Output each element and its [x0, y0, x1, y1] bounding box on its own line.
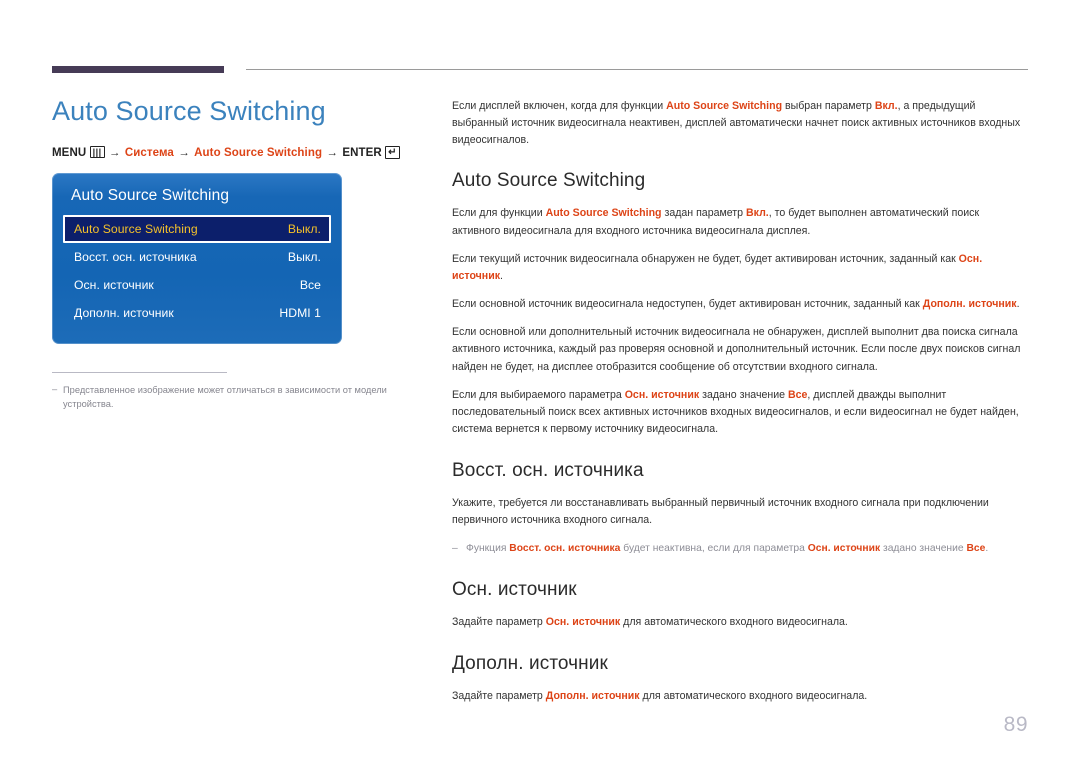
s1p5-highlight-2: Все — [787, 388, 808, 401]
intro-text-a: Если дисплей включен, когда для функции — [452, 100, 667, 112]
section3-paragraph-1: Задайте параметр Осн. источник для автом… — [452, 614, 1030, 631]
osd-row-restore-primary-source[interactable]: Восст. осн. источника Выкл. — [63, 243, 331, 271]
section1-paragraph-3: Если основной источник видеосигнала недо… — [452, 296, 1030, 313]
left-footnote: ‒ Представленное изображение может отлич… — [52, 383, 430, 412]
s1p5-a: Если для выбираемого параметра — [452, 388, 625, 401]
section1-paragraph-4: Если основной или дополнительный источни… — [452, 326, 1021, 373]
section-heading-auto-source-switching: Auto Source Switching — [452, 170, 646, 192]
footnote-text: Представленное изображение может отличат… — [63, 385, 387, 410]
section-heading-primary-source: Осн. источник — [452, 579, 577, 601]
note-dash: ‒ — [452, 542, 458, 554]
s1p1-a: Если для функции — [452, 207, 546, 220]
header-rule — [246, 69, 1028, 70]
menu-path-enter-label: ENTER — [342, 147, 382, 160]
s1p1-b: задан параметр — [661, 207, 746, 220]
intro-text-b: выбран параметр — [782, 100, 875, 112]
section2-paragraph-1: Укажите, требуется ли восстанавливать вы… — [452, 497, 989, 527]
s4p1-b: для автоматического входного видеосигнал… — [639, 690, 868, 703]
osd-title: Auto Source Switching — [71, 187, 230, 205]
osd-row-value: Выкл. — [287, 222, 321, 237]
menu-path-arrow-3: → — [326, 147, 339, 160]
s2note-highlight-3: Все — [966, 542, 986, 554]
section1-paragraph-1: Если для функции Auto Source Switching з… — [452, 205, 1030, 239]
s2note-c: задано значение — [880, 542, 967, 554]
intro-paragraph: Если дисплей включен, когда для функции … — [452, 98, 1030, 149]
menu-path-breadcrumb: MENU ||| → Система → Auto Source Switchi… — [52, 146, 432, 160]
osd-row-auto-source-switching[interactable]: Auto Source Switching Выкл. — [63, 215, 331, 244]
section-heading-secondary-source: Дополн. источник — [452, 653, 608, 675]
s2note-highlight-2: Осн. источник — [807, 542, 881, 554]
menu-grid-icon: ||| — [89, 146, 105, 159]
osd-row-label: Дополн. источник — [74, 306, 174, 321]
s3p1-highlight: Осн. источник — [545, 616, 621, 629]
right-column: Если дисплей включен, когда для функции … — [452, 98, 1030, 716]
left-note-divider — [52, 372, 227, 374]
osd-row-value: Все — [299, 278, 321, 293]
s1p2-a: Если текущий источник видеосигнала обнар… — [452, 252, 959, 265]
osd-row-label: Auto Source Switching — [74, 222, 198, 237]
s1p1-highlight-1: Auto Source Switching — [545, 207, 662, 220]
intro-highlight-2: Вкл. — [874, 100, 898, 112]
menu-path-menu-label: MENU — [52, 147, 87, 160]
osd-row-value: Выкл. — [287, 250, 321, 265]
s2note-highlight-1: Восст. осн. источника — [509, 542, 621, 554]
osd-row-value: HDMI 1 — [279, 306, 321, 321]
left-column: Auto Source Switching MENU ||| → Система… — [52, 96, 432, 412]
s3p1-b: для автоматического входного видеосигнал… — [620, 616, 848, 629]
s4p1-a: Задайте параметр — [452, 690, 546, 703]
section2-note: ‒ Функция Восст. осн. источника будет неа… — [452, 541, 1030, 558]
s1p3-highlight: Дополн. источник — [922, 298, 1017, 311]
menu-path-arrow-2: → — [178, 147, 190, 160]
header-accent-bar — [52, 66, 224, 73]
s2note-d: . — [985, 542, 989, 554]
footnote-dash: ‒ — [52, 384, 58, 395]
document-page: Auto Source Switching MENU ||| → Система… — [0, 0, 1080, 763]
osd-row-primary-source[interactable]: Осн. источник Все — [63, 271, 331, 299]
enter-return-icon: ↵ — [385, 146, 400, 160]
s1p3-b: . — [1016, 298, 1020, 311]
osd-row-label: Осн. источник — [74, 278, 154, 293]
s1p2-b: . — [500, 269, 503, 282]
section1-paragraph-2: Если текущий источник видеосигнала обнар… — [452, 251, 1030, 285]
section-heading-restore-primary-source: Восст. осн. источника — [452, 460, 644, 482]
page-number: 89 — [1003, 713, 1028, 736]
s2note-b: будет неактивна, если для параметра — [620, 542, 808, 554]
osd-menu-screenshot: Auto Source Switching Auto Source Switch… — [52, 173, 342, 345]
s3p1-a: Задайте параметр — [452, 616, 546, 629]
menu-path-step-system: Система — [124, 147, 174, 160]
menu-path-arrow-1: → — [108, 147, 121, 160]
s4p1-highlight: Дополн. источник — [545, 690, 640, 703]
osd-row-label: Восст. осн. источника — [74, 250, 197, 265]
s1p1-highlight-2: Вкл. — [746, 207, 769, 220]
section1-paragraph-5: Если для выбираемого параметра Осн. исто… — [452, 387, 1030, 438]
s1p5-b: задано значение — [699, 388, 788, 401]
s2note-a: Функция — [466, 542, 510, 554]
s1p5-highlight-1: Осн. источник — [624, 388, 700, 401]
intro-highlight-1: Auto Source Switching — [666, 100, 783, 112]
s1p3-a: Если основной источник видеосигнала недо… — [452, 298, 923, 311]
menu-path-step-auto-source-switching: Auto Source Switching — [194, 147, 323, 160]
section4-paragraph-1: Задайте параметр Дополн. источник для ав… — [452, 688, 1030, 705]
page-title: Auto Source Switching — [52, 96, 326, 126]
osd-row-secondary-source[interactable]: Дополн. источник HDMI 1 — [63, 299, 331, 327]
